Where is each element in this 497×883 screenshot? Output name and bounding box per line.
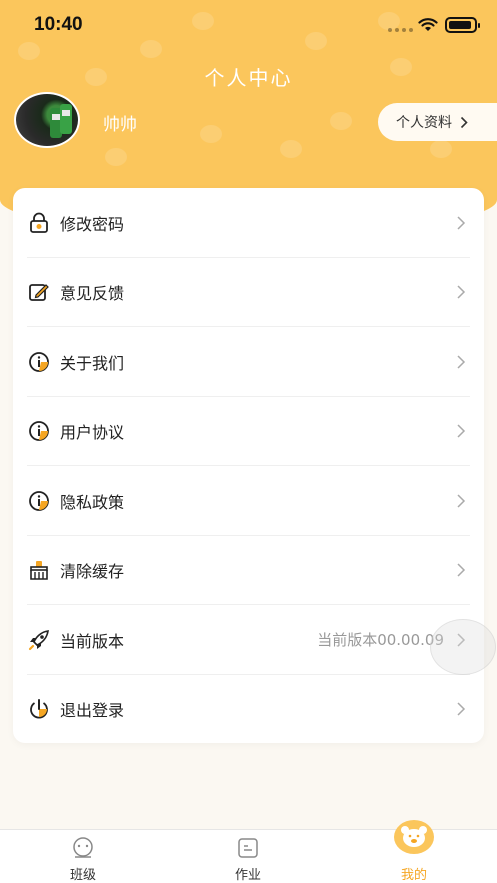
menu-item-user-agreement[interactable]: 用户协议 — [13, 397, 484, 466]
chevron-right-icon — [457, 355, 466, 369]
menu-item-privacy-policy[interactable]: 隐私政策 — [13, 466, 484, 536]
bear-icon — [394, 820, 434, 854]
version-value: 当前版本00.00.09 — [317, 631, 444, 650]
floating-assistive-button[interactable] — [430, 619, 496, 675]
menu-item-logout[interactable]: 退出登录 — [13, 675, 484, 745]
menu-item-about-us[interactable]: 关于我们 — [13, 327, 484, 397]
paw-decoration — [280, 140, 302, 158]
menu-item-feedback[interactable]: 意见反馈 — [13, 258, 484, 327]
menu-item-current-version[interactable]: 当前版本 当前版本00.00.09 — [13, 605, 484, 675]
menu-item-change-password[interactable]: 修改密码 — [13, 188, 484, 258]
avatar-image — [50, 104, 72, 138]
tab-label: 我的 — [400, 868, 427, 883]
rocket-icon — [28, 629, 49, 650]
menu-item-label: 意见反馈 — [60, 284, 125, 304]
paw-decoration — [105, 148, 127, 166]
paw-decoration — [330, 112, 352, 130]
menu-item-label: 隐私政策 — [60, 492, 125, 512]
broom-icon — [30, 561, 48, 581]
info-icon — [29, 421, 49, 442]
edit-icon — [29, 284, 49, 302]
power-icon — [30, 699, 48, 719]
chevron-right-icon — [460, 116, 468, 128]
chevron-right-icon — [457, 285, 466, 299]
menu-item-label: 退出登录 — [60, 701, 125, 721]
settings-menu-card: 修改密码 意见反馈 关于我们 用户协议 隐私政策 清除缓存 当前版本 当前版本0… — [13, 188, 484, 743]
tab-homework[interactable]: 作业 — [198, 830, 298, 883]
profile-button-label: 个人资料 — [396, 115, 452, 131]
chevron-right-icon — [457, 494, 466, 508]
menu-item-label: 清除缓存 — [60, 562, 125, 582]
homework-icon — [238, 838, 258, 858]
page-title: 个人中心 — [204, 66, 293, 90]
tab-label: 班级 — [69, 868, 96, 883]
paw-decoration — [200, 125, 222, 143]
avatar[interactable] — [14, 92, 80, 148]
chevron-right-icon — [457, 216, 466, 230]
menu-item-clear-cache[interactable]: 清除缓存 — [13, 536, 484, 605]
status-time: 10:40 — [34, 14, 83, 35]
lock-icon — [30, 212, 48, 233]
menu-item-label: 用户协议 — [60, 423, 125, 443]
chevron-right-icon — [457, 563, 466, 577]
username: 帅帅 — [103, 115, 137, 135]
chevron-right-icon — [457, 702, 466, 716]
wifi-icon — [418, 18, 438, 31]
tab-class[interactable]: 班级 — [33, 830, 133, 883]
paw-decoration — [430, 140, 452, 158]
menu-item-label: 当前版本 — [60, 631, 125, 651]
info-icon — [29, 490, 49, 511]
class-icon — [73, 837, 93, 858]
menu-item-label: 关于我们 — [60, 353, 125, 373]
battery-icon — [445, 17, 480, 33]
info-icon — [29, 351, 49, 372]
status-bar: 10:40 — [0, 0, 497, 50]
cellular-signal-icon — [388, 28, 413, 32]
menu-item-label: 修改密码 — [60, 214, 125, 234]
profile-button[interactable]: 个人资料 — [378, 103, 497, 141]
chevron-right-icon — [457, 424, 466, 438]
tab-label: 作业 — [234, 868, 261, 883]
